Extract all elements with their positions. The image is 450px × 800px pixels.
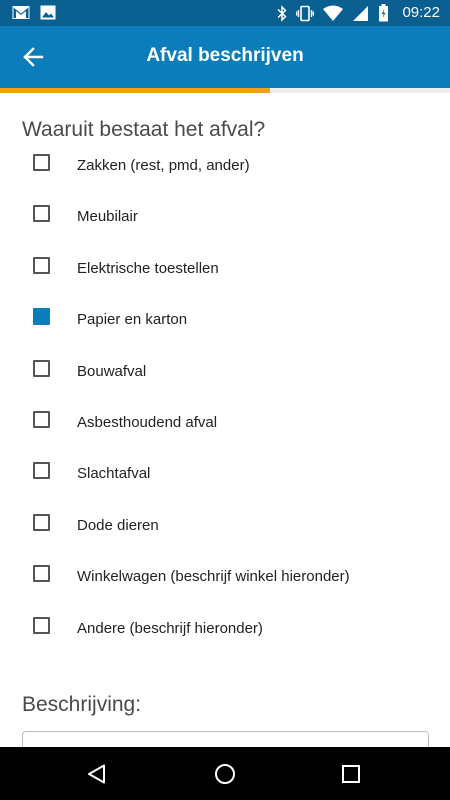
option-label: Bouwafval	[77, 362, 147, 380]
nav-back-button[interactable]	[67, 747, 127, 800]
image-icon	[40, 5, 56, 20]
option-list: Zakken (rest, pmd, ander) Meubilair Elektr…	[0, 141, 450, 655]
checkbox[interactable]	[33, 616, 50, 634]
option-label: Winkelwagen (beschrijf winkel hieronder)	[77, 568, 350, 586]
home-circle-icon	[215, 763, 235, 784]
option-label: Slachtafval	[77, 465, 151, 483]
checkbox[interactable]	[33, 410, 50, 428]
status-time: 09:22	[402, 4, 440, 21]
back-triangle-icon	[88, 764, 105, 783]
option-item[interactable]: Meubilair	[0, 192, 450, 243]
question-title: Waaruit bestaat het afval?	[22, 118, 266, 141]
checkbox[interactable]	[33, 256, 50, 274]
option-item[interactable]: Bouwafval	[0, 347, 450, 398]
option-label: Dode dieren	[77, 516, 159, 534]
checkbox[interactable]	[33, 513, 50, 531]
option-item[interactable]: Papier en karton	[0, 295, 450, 346]
checkbox[interactable]	[33, 359, 50, 377]
page-title: Afval beschrijven	[146, 45, 304, 66]
checkbox-checked[interactable]	[33, 308, 50, 326]
nav-recents-button[interactable]	[321, 747, 381, 800]
option-label: Zakken (rest, pmd, ander)	[77, 157, 250, 174]
cellular-icon	[353, 5, 369, 21]
option-label: Meubilair	[77, 208, 138, 226]
status-bar: 09:22	[0, 0, 450, 26]
main-content: Waaruit bestaat het afval? Zakken (rest,…	[0, 93, 450, 747]
wifi-icon	[323, 5, 344, 21]
recents-square-icon	[342, 764, 360, 783]
option-item[interactable]: Slachtafval	[0, 449, 450, 500]
bluetooth-icon	[277, 4, 288, 22]
app-bar: Afval beschrijven	[0, 26, 450, 88]
option-item[interactable]: Dode dieren	[0, 501, 450, 552]
option-label: Asbesthoudend afval	[77, 413, 218, 431]
description-title: Beschrijving:	[22, 693, 142, 716]
checkbox[interactable]	[33, 462, 50, 480]
checkbox[interactable]	[33, 205, 50, 223]
option-item[interactable]: Elektrische toestellen	[0, 244, 450, 295]
gmail-icon	[12, 6, 30, 19]
navigation-bar	[0, 747, 450, 800]
notification-icons	[12, 5, 56, 20]
option-item[interactable]: Asbesthoudend afval	[0, 398, 450, 449]
vibrate-icon	[296, 5, 315, 21]
option-item[interactable]: Andere (beschrijf hieronder)	[0, 604, 450, 655]
option-item[interactable]: Zakken (rest, pmd, ander)	[0, 141, 450, 192]
option-item[interactable]: Winkelwagen (beschrijf winkel hieronder)	[0, 552, 450, 603]
description-input[interactable]	[22, 731, 429, 747]
option-label: Papier en karton	[77, 311, 188, 329]
nav-home-button[interactable]	[195, 747, 255, 800]
option-label: Elektrische toestellen	[77, 259, 219, 277]
battery-icon	[379, 4, 389, 22]
system-icons: 09:22	[277, 4, 440, 22]
option-label: Andere (beschrijf hieronder)	[77, 619, 263, 637]
checkbox[interactable]	[33, 154, 50, 171]
checkbox[interactable]	[33, 565, 50, 583]
